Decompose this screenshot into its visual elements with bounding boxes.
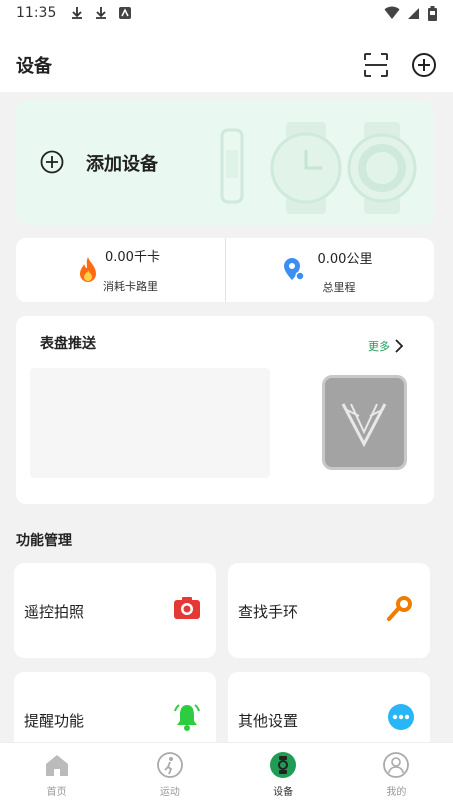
status-bar: 11:35 xyxy=(0,0,453,26)
scan-icon[interactable] xyxy=(363,52,389,78)
calories-label: 消耗卡路里 xyxy=(103,280,158,293)
calories-stat: 0.00千卡 消耗卡路里 xyxy=(16,238,226,302)
nav-sport[interactable]: 运动 xyxy=(113,743,226,805)
watchface-logo-icon xyxy=(341,403,387,448)
watchface-more-link[interactable]: 更多 xyxy=(368,338,404,354)
watchface-title: 表盘推送 xyxy=(40,336,96,352)
nav-sport-label: 运动 xyxy=(159,787,180,798)
user-icon xyxy=(383,752,410,778)
app-bar: 设备 xyxy=(0,40,453,90)
more-dots-icon xyxy=(388,704,414,730)
other-settings-label: 其他设置 xyxy=(238,712,299,730)
functions-title: 功能管理 xyxy=(16,533,72,549)
reminder-label: 提醒功能 xyxy=(24,712,85,730)
add-device-plus-icon xyxy=(40,150,64,174)
calories-value: 0.00千卡 xyxy=(105,250,160,265)
home-icon xyxy=(45,755,68,776)
wifi-icon xyxy=(384,6,400,19)
camera-icon xyxy=(174,597,200,619)
nav-device[interactable]: 设备 xyxy=(227,743,340,805)
download-icon xyxy=(72,7,83,19)
distance-stat: 0.00公里 总里程 xyxy=(226,238,435,302)
search-key-icon xyxy=(387,596,412,621)
add-icon[interactable] xyxy=(411,52,437,78)
page-title: 设备 xyxy=(16,56,52,77)
run-icon xyxy=(156,752,183,778)
nav-device-label: 设备 xyxy=(273,787,294,798)
remote-photo-label: 遥控拍照 xyxy=(24,603,85,621)
status-time: 11:35 xyxy=(16,5,57,21)
watch-icon xyxy=(270,752,297,778)
nav-mine[interactable]: 我的 xyxy=(340,743,453,805)
fire-icon xyxy=(80,257,96,282)
distance-value: 0.00公里 xyxy=(317,252,373,267)
main-content: 添加设备 0.00千卡 消耗卡路里 0.00公里 总里程 表盘推送 更多 功能管… xyxy=(0,92,453,767)
download-icon xyxy=(96,7,107,19)
nav-home-label: 首页 xyxy=(46,787,67,798)
bell-icon xyxy=(174,704,200,731)
distance-label: 总里程 xyxy=(322,281,356,294)
watchface-thumbnail[interactable] xyxy=(322,375,407,470)
stats-card: 0.00千卡 消耗卡路里 0.00公里 总里程 xyxy=(16,238,434,302)
bottom-navigation: 首页 运动 设备 我的 xyxy=(0,742,453,805)
device-illustration-icon xyxy=(220,122,417,214)
nav-mine-label: 我的 xyxy=(386,787,407,798)
find-band-button[interactable]: 查找手环 xyxy=(228,563,430,658)
more-label: 更多 xyxy=(368,340,390,353)
find-band-label: 查找手环 xyxy=(238,603,299,621)
location-pin-icon xyxy=(283,258,305,281)
battery-icon xyxy=(428,5,437,21)
nav-home[interactable]: 首页 xyxy=(0,743,113,805)
notification-app-icon xyxy=(119,7,132,19)
remote-photo-button[interactable]: 遥控拍照 xyxy=(14,563,216,658)
chevron-right-icon xyxy=(395,339,404,353)
watchface-card: 表盘推送 更多 xyxy=(16,316,434,504)
watchface-placeholder xyxy=(30,368,270,478)
add-device-card[interactable]: 添加设备 xyxy=(16,100,434,225)
add-device-label: 添加设备 xyxy=(86,154,158,175)
signal-icon xyxy=(408,8,419,19)
